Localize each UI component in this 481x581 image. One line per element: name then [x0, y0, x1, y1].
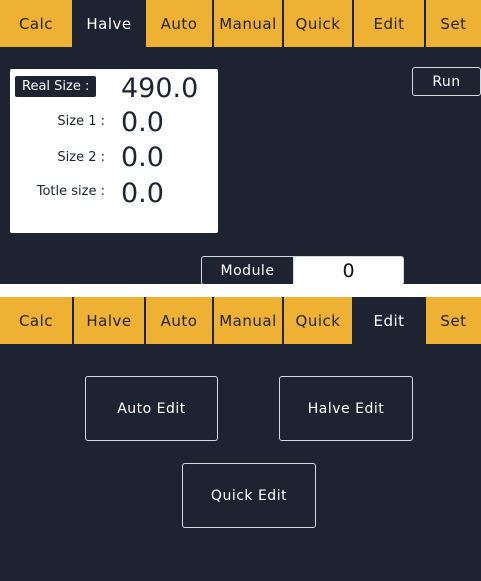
- size-1-value: 0.0: [121, 107, 164, 138]
- real-size-value: 490.0: [121, 73, 199, 104]
- tab-auto[interactable]: Auto: [144, 297, 212, 344]
- tab-manual[interactable]: Manual: [212, 297, 282, 344]
- total-size-value: 0.0: [121, 178, 164, 209]
- tab-set[interactable]: Set: [424, 297, 481, 344]
- size-2-label: Size 2 :: [57, 150, 105, 165]
- tab-quick[interactable]: Quick: [282, 297, 352, 344]
- size-1-label: Size 1 :: [57, 114, 105, 129]
- tab-halve[interactable]: Halve: [72, 297, 144, 344]
- tab-edit[interactable]: Edit: [352, 297, 424, 344]
- tab-auto[interactable]: Auto: [144, 0, 212, 47]
- run-button[interactable]: Run: [412, 67, 481, 96]
- tab-quick[interactable]: Quick: [282, 0, 352, 47]
- module-label: Module: [202, 257, 294, 284]
- auto-edit-button[interactable]: Auto Edit: [85, 376, 218, 441]
- quick-edit-button[interactable]: Quick Edit: [182, 463, 316, 528]
- total-size-label: Totle size :: [36, 184, 105, 199]
- halve-screen: Calc Halve Auto Manual Quick Edit Set Re…: [0, 0, 481, 284]
- edit-screen: Calc Halve Auto Manual Quick Edit Set Au…: [0, 297, 481, 581]
- size-2-value: 0.0: [121, 142, 164, 173]
- tab-set[interactable]: Set: [424, 0, 481, 47]
- halve-edit-button[interactable]: Halve Edit: [279, 376, 413, 441]
- module-field[interactable]: Module 0: [201, 256, 404, 284]
- tab-halve[interactable]: Halve: [72, 0, 144, 47]
- module-value[interactable]: 0: [294, 257, 403, 284]
- tab-manual[interactable]: Manual: [212, 0, 282, 47]
- tab-calc[interactable]: Calc: [0, 0, 72, 47]
- tab-edit[interactable]: Edit: [352, 0, 424, 47]
- size-readout-panel: Real Size : 490.0 Size 1 : 0.0 Size 2 : …: [10, 69, 218, 233]
- tab-bar: Calc Halve Auto Manual Quick Edit Set: [0, 297, 481, 344]
- tab-bar: Calc Halve Auto Manual Quick Edit Set: [0, 0, 481, 47]
- real-size-label: Real Size :: [15, 76, 97, 97]
- tab-calc[interactable]: Calc: [0, 297, 72, 344]
